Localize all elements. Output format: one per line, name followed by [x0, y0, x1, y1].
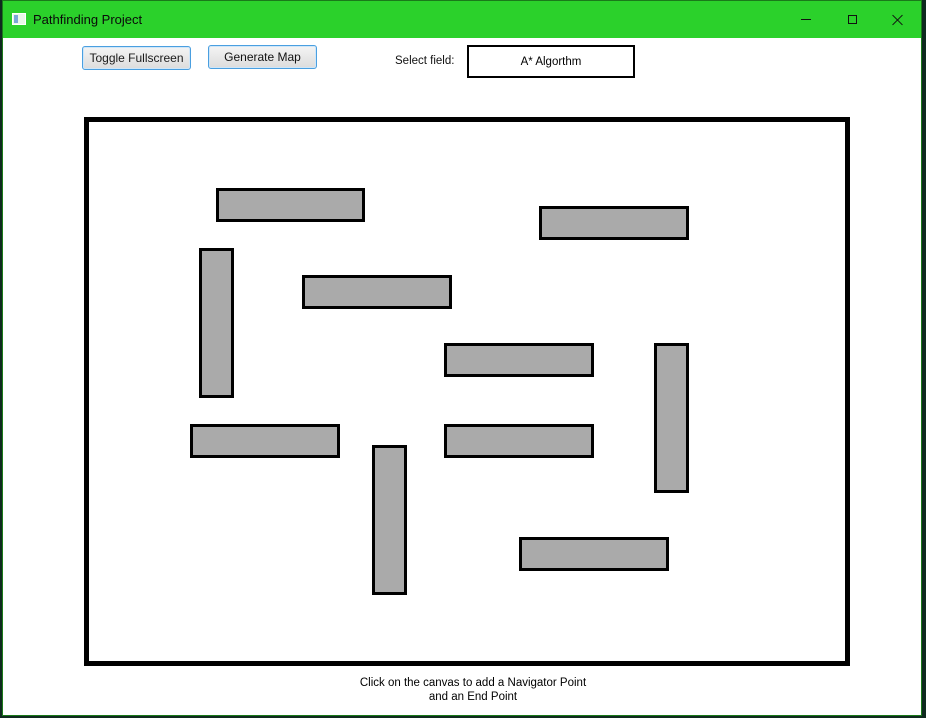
map-obstacle	[519, 537, 669, 571]
map-obstacle	[372, 445, 407, 595]
app-window: Pathfinding Project Toggle Fullscreen Ge…	[2, 0, 922, 716]
close-icon	[892, 14, 904, 26]
map-obstacle	[444, 343, 594, 377]
close-button[interactable]	[875, 1, 921, 38]
algorithm-select-field[interactable]: A* Algorthm	[467, 45, 635, 78]
map-obstacle	[302, 275, 452, 309]
map-obstacle	[199, 248, 234, 398]
maximize-icon	[847, 15, 857, 24]
minimize-button[interactable]	[783, 1, 829, 38]
canvas-instructions-line2: and an End Point	[428, 691, 518, 703]
map-canvas[interactable]	[84, 117, 850, 666]
app-window-icon	[12, 13, 26, 25]
map-obstacle	[444, 424, 594, 458]
title-bar[interactable]: Pathfinding Project	[3, 1, 921, 38]
maximize-button[interactable]	[829, 1, 875, 38]
window-title: Pathfinding Project	[33, 12, 143, 27]
toggle-fullscreen-button[interactable]: Toggle Fullscreen	[82, 46, 191, 70]
map-obstacle	[539, 206, 689, 240]
map-obstacle	[190, 424, 340, 458]
map-obstacle	[654, 343, 689, 493]
canvas-instructions: Click on the canvas to add a Navigator P…	[303, 676, 643, 704]
map-obstacle	[216, 188, 365, 222]
generate-map-button[interactable]: Generate Map	[208, 45, 317, 69]
select-field-label: Select field:	[395, 55, 455, 67]
canvas-instructions-line1: Click on the canvas to add a Navigator P…	[359, 677, 587, 689]
minimize-icon	[801, 19, 811, 20]
